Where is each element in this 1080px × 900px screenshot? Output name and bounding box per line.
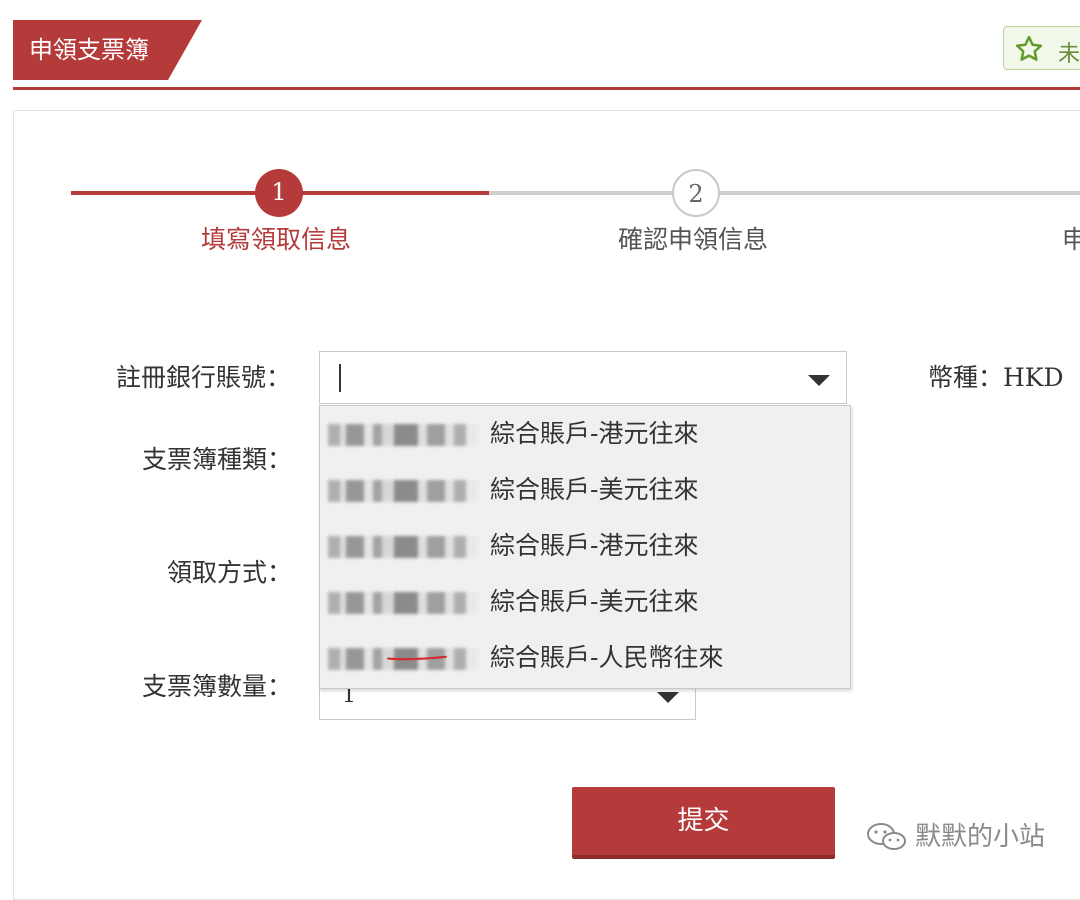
step-2-label: 確認申領信息 [618,225,769,254]
stepper-progress-inactive [489,191,1080,195]
account-option-label: 綜合賬戶-人民幣往來 [490,643,724,672]
account-dropdown-list: 綜合賬戶-港元往來 綜合賬戶-美元往來 綜合賬戶-港元往來 綜合賬戶-美元往來 … [319,405,851,689]
masked-account-number [328,536,478,558]
account-option[interactable]: 綜合賬戶-美元往來 [320,574,850,630]
step-3-label: 申 [1062,225,1080,254]
account-select[interactable] [319,351,847,404]
step-1-circle: 1 [255,169,303,217]
account-option-label: 綜合賬戶-港元往來 [490,531,699,560]
header-divider [13,87,1080,90]
quantity-label: 支票簿數量： [142,672,293,701]
submit-button[interactable]: 提交 [572,787,835,855]
step-1-label: 填寫領取信息 [201,225,352,254]
favorite-label: 未 [1058,42,1080,67]
chevron-down-icon[interactable] [808,375,830,386]
star-icon [1015,35,1043,61]
favorite-button[interactable]: 未 [1003,26,1080,70]
watermark-text: 默默的小站 [915,822,1046,852]
masked-account-number [328,480,478,502]
step-2-circle: 2 [672,169,720,217]
masked-account-number [328,424,478,446]
account-option-label: 綜合賬戶-美元往來 [490,587,699,616]
account-option-label: 綜合賬戶-美元往來 [490,475,699,504]
cheque-type-label: 支票簿種類： [142,445,293,474]
page-title-tab: 申領支票簿 [13,20,168,80]
text-cursor [339,364,341,392]
chevron-down-icon[interactable] [657,692,679,703]
pickup-method-label: 領取方式： [167,558,293,587]
wechat-icon [867,823,906,850]
account-label: 註冊銀行賬號： [116,363,292,392]
annotation-underline [387,655,447,661]
account-option-label: 綜合賬戶-港元往來 [490,419,699,448]
account-option[interactable]: 綜合賬戶-美元往來 [320,462,850,518]
page-title: 申領支票簿 [29,36,149,64]
masked-account-number [328,592,478,614]
currency-display: 幣種：HKD [928,363,1064,392]
page-title-tab-wedge [168,20,202,80]
account-option[interactable]: 綜合賬戶-港元往來 [320,406,850,462]
account-option[interactable]: 綜合賬戶-港元往來 [320,518,850,574]
